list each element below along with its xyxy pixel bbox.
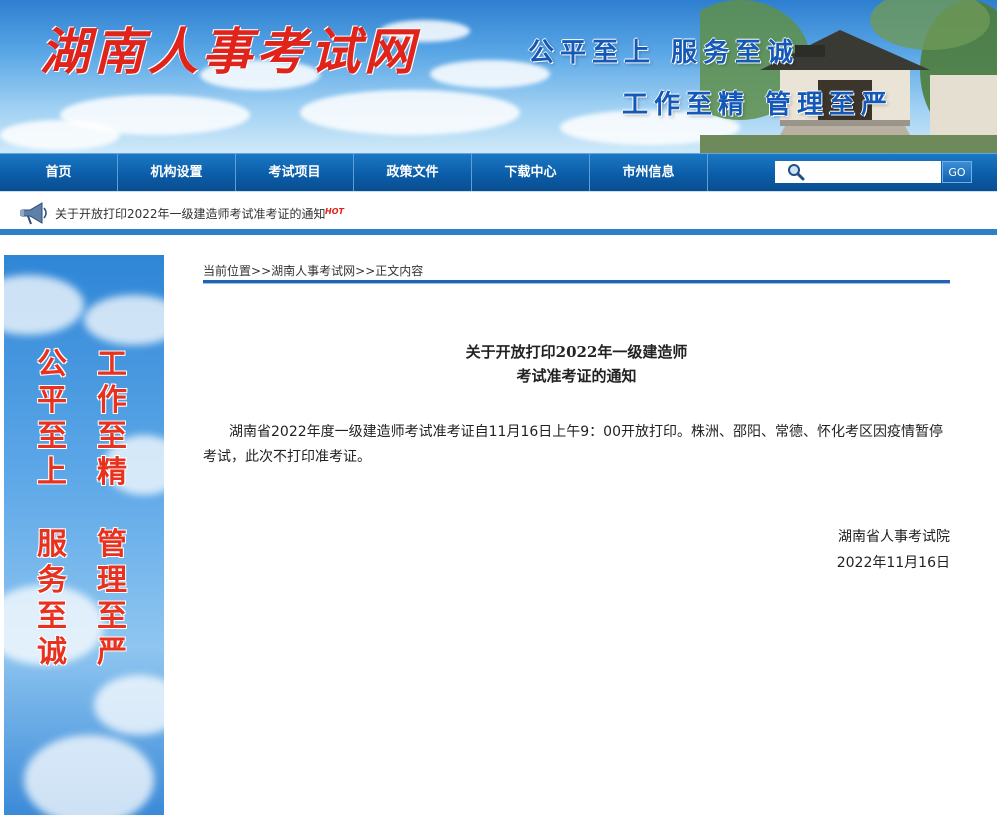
hot-badge: HOT bbox=[325, 207, 344, 216]
search-input[interactable] bbox=[808, 162, 942, 184]
breadcrumb-separator: >> bbox=[355, 264, 376, 278]
breadcrumb-separator: >> bbox=[251, 264, 272, 278]
search-go-button[interactable]: GO bbox=[942, 161, 972, 183]
side-slogan-banner: 公平至上 工作至精 服务至诚 管理至严 bbox=[4, 255, 164, 815]
nav-item-policy[interactable]: 政策文件 bbox=[354, 154, 472, 192]
side-slogan-col-1: 公平至上 bbox=[37, 347, 67, 490]
notice-bar: 关于开放打印2022年一级建造师考试准考证的通知 HOT bbox=[0, 191, 997, 235]
breadcrumb: 当前位置>>湖南人事考试网>>正文内容 bbox=[203, 262, 423, 279]
article-signature: 湖南省人事考试院 2022年11月16日 bbox=[600, 524, 950, 576]
search-icon bbox=[788, 164, 805, 181]
nav-item-organization[interactable]: 机构设置 bbox=[118, 154, 236, 192]
header-banner: 湖南人事考试网 公平至上 服务至诚 工作至精 管理至严 bbox=[0, 0, 997, 153]
article-signer: 湖南省人事考试院 bbox=[838, 529, 950, 545]
building-illustration bbox=[700, 0, 997, 153]
side-slogan-col-3: 服务至诚 bbox=[37, 527, 67, 670]
article-body: 湖南省2022年度一级建造师考试准考证自11月16日上午9：00开放打印。株洲、… bbox=[203, 424, 943, 465]
article-date: 2022年11月16日 bbox=[836, 555, 950, 571]
notice-link[interactable]: 关于开放打印2022年一级建造师考试准考证的通知 bbox=[55, 205, 326, 222]
article-title-line-2: 考试准考证的通知 bbox=[516, 367, 637, 385]
megaphone-icon bbox=[20, 202, 47, 225]
article-title: 关于开放打印2022年一级建造师 考试准考证的通知 bbox=[203, 340, 950, 388]
nav-item-exams[interactable]: 考试项目 bbox=[236, 154, 354, 192]
breadcrumb-site-link[interactable]: 湖南人事考试网 bbox=[271, 264, 355, 278]
breadcrumb-current[interactable]: 正文内容 bbox=[375, 264, 423, 278]
slogan-line-1: 公平至上 服务至诚 bbox=[528, 38, 800, 68]
main-nav: 首页 机构设置 考试项目 政策文件 下载中心 市州信息 GO bbox=[0, 153, 997, 192]
nav-item-cities[interactable]: 市州信息 bbox=[590, 154, 708, 192]
side-slogan-col-4: 管理至严 bbox=[97, 527, 127, 670]
slogan-line-2: 工作至精 管理至严 bbox=[622, 90, 894, 120]
breadcrumb-divider bbox=[203, 280, 950, 284]
nav-item-home[interactable]: 首页 bbox=[0, 154, 118, 192]
nav-item-downloads[interactable]: 下载中心 bbox=[472, 154, 590, 192]
site-title: 湖南人事考试网 bbox=[40, 22, 418, 81]
article-title-line-1: 关于开放打印2022年一级建造师 bbox=[465, 343, 688, 361]
breadcrumb-label[interactable]: 当前位置 bbox=[203, 264, 251, 278]
side-slogan-col-2: 工作至精 bbox=[97, 347, 127, 490]
